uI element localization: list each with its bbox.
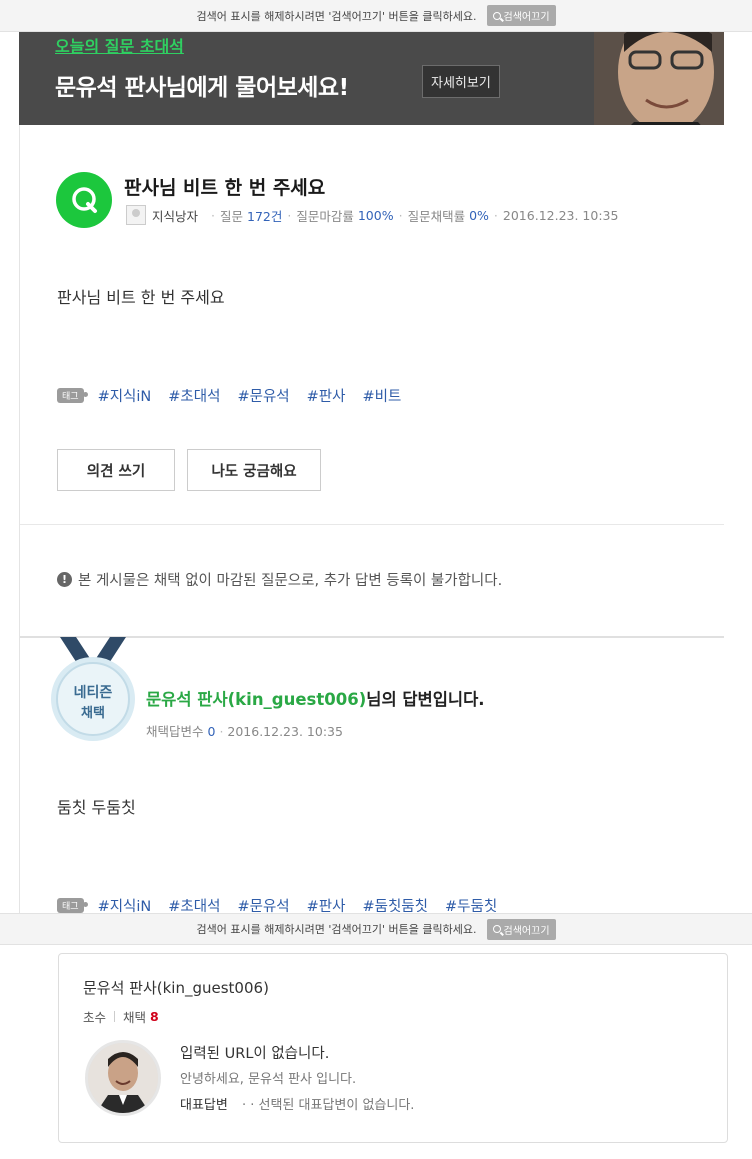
profile-representative-answer: 대표답변 · · 선택된 대표답변이 없습니다. (180, 1094, 414, 1113)
profile-photo (88, 1043, 158, 1113)
profile-url-text: 입력된 URL이 없습니다. (180, 1046, 330, 1062)
answer-title: 문유석 판사(kin_guest006)님의 답변입니다. (146, 686, 485, 710)
adopt-rate-label: 질문채택률 (407, 208, 466, 224)
question-meta: 지식낭자 · 질문 172건 · 질문마감률 100% · 질문채택률 0% ·… (126, 205, 618, 225)
search-icon (492, 925, 501, 933)
profile-greeting: 안녕하세요, 문유석 판사 입니다. (180, 1072, 357, 1087)
search-off-button[interactable]: 검색어끄기 (486, 5, 556, 26)
judge-photo (594, 32, 724, 125)
closed-notice-text: 본 게시물은 채택 없이 마감된 질문으로, 추가 답변 등록이 불가합니다. (78, 573, 503, 589)
search-icon (492, 11, 501, 20)
tag-link[interactable]: #초대석 (168, 385, 220, 406)
q-letter-icon (72, 187, 97, 213)
question-body: 판사님 비트 한 번 주세요 (57, 288, 225, 307)
tag-link[interactable]: #판사 (307, 385, 346, 406)
adopted-count-value: 0 (207, 724, 216, 739)
profile-name[interactable]: 문유석 판사(kin_guest006) (83, 977, 269, 998)
adopt-rate-value: 0% (469, 207, 489, 223)
banner-title: 문유석 판사님에게 물어보세요! (55, 75, 349, 101)
rep-answer-text: · · 선택된 대표답변이 없습니다. (241, 1098, 415, 1113)
question-q-icon (56, 172, 112, 228)
exclamation-icon: ! (57, 572, 72, 587)
search-highlight-notice-bar: 검색어 표시를 해제하시려면 '검색어끄기' 버튼을 클릭하세요. 검색어끄기 (0, 913, 752, 945)
me-too-curious-button[interactable]: 나도 궁금해요 (187, 449, 321, 491)
meta-separator: · (398, 207, 403, 223)
answerer-profile-card: 문유석 판사(kin_guest006) 초수 채택 8 입력된 URL이 없습… (58, 953, 728, 1143)
answer-body: 둠칫 두둠칫 (57, 798, 136, 817)
answer-title-suffix: 님의 답변입니다. (366, 690, 485, 709)
close-rate-label: 질문마감률 (296, 208, 354, 224)
profile-avatar (85, 1040, 161, 1116)
author-avatar-icon[interactable] (126, 205, 146, 225)
rep-answer-label: 대표답변 (180, 1098, 228, 1113)
banner-detail-button[interactable]: 자세히보기 (422, 65, 500, 98)
tag-link[interactable]: #문유석 (237, 385, 289, 406)
answer-date: 2016.12.23. 10:35 (227, 724, 343, 739)
profile-adopt-count: 8 (150, 1009, 159, 1024)
notice-text: 검색어 표시를 해제하시려면 '검색어끄기' 버튼을 클릭하세요. (196, 923, 477, 936)
search-off-label: 검색어끄기 (503, 12, 550, 23)
close-rate-value: 100% (357, 207, 394, 223)
profile-level-row: 초수 채택 8 (83, 1007, 159, 1026)
search-highlight-notice-bar: 검색어 표시를 해제하시려면 '검색어끄기' 버튼을 클릭하세요. 검색어끄기 (0, 0, 752, 32)
questions-label: 질문 (220, 208, 244, 224)
netizen-adopted-medal-icon: 네티즌 채택 (51, 637, 135, 741)
profile-level: 초수 (83, 1010, 107, 1025)
tag-badge: 태그 (57, 898, 88, 913)
medal-line1: 네티즌 (74, 685, 113, 701)
questions-value: 172건 (247, 208, 283, 224)
meta-separator: · (493, 207, 498, 223)
adopted-count-label: 채택답변수 (146, 724, 204, 739)
tag-badge: 태그 (57, 388, 88, 403)
notice-text: 검색어 표시를 해제하시려면 '검색어끄기' 버튼을 클릭하세요. (196, 9, 477, 23)
banner-subtitle[interactable]: 오늘의 질문 초대석 (55, 33, 184, 57)
medal-line2: 채택 (81, 705, 105, 721)
meta-separator: · (211, 207, 215, 223)
question-date: 2016.12.23. 10:35 (502, 207, 619, 223)
question-tags: 태그 #지식iN #초대석 #문유석 #판사 #비트 (57, 385, 418, 406)
question-title: 판사님 비트 한 번 주세요 (124, 177, 326, 199)
write-opinion-button[interactable]: 의견 쓰기 (57, 449, 175, 491)
search-off-button[interactable]: 검색어끄기 (486, 918, 556, 940)
answer-author-link[interactable]: 문유석 판사(kin_guest006) (146, 690, 366, 709)
answer-meta: 채택답변수 0 · 2016.12.23. 10:35 (146, 721, 343, 740)
tag-link[interactable]: #지식iN (98, 385, 152, 406)
tag-link[interactable]: #비트 (362, 385, 401, 406)
divider (114, 1011, 116, 1022)
closed-notice: ! 본 게시물은 채택 없이 마감된 질문으로, 추가 답변 등록이 불가합니다… (57, 569, 502, 590)
divider (20, 524, 724, 525)
meta-separator: · (287, 207, 292, 223)
question-author[interactable]: 지식낭자 (152, 206, 198, 225)
search-off-label: 검색어끄기 (503, 925, 550, 937)
invite-banner[interactable]: 오늘의 질문 초대석 문유석 판사님에게 물어보세요! 자세히보기 (19, 32, 724, 125)
profile-adopt-label: 채택 (123, 1010, 147, 1025)
